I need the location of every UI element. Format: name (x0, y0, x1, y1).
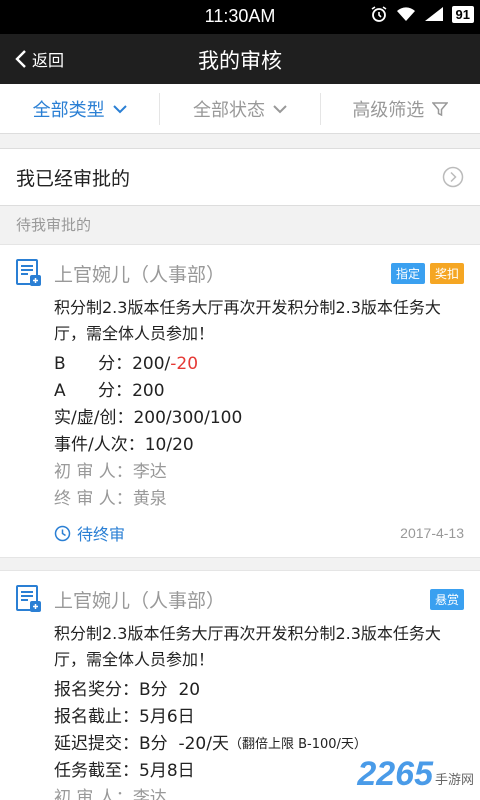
first-reviewer-value: 李达 (132, 788, 167, 800)
delay-value: B分 -20/天 (139, 734, 229, 754)
status-badge: 待终审 (54, 521, 125, 545)
reward-value: B分 20 (139, 680, 201, 700)
chevron-right-circle-icon (442, 166, 464, 188)
status-label: 待终审 (77, 525, 126, 544)
signup-deadline-label: 报名截止： (54, 707, 139, 727)
approved-by-me-row[interactable]: 我已经审批的 (0, 148, 480, 206)
b-score-label: B 分： (54, 354, 133, 374)
real-virtual-value: 200/300/100 (133, 408, 243, 428)
filter-status-label: 全部状态 (192, 99, 265, 121)
funnel-icon (432, 101, 449, 116)
document-icon (16, 259, 41, 286)
a-score-label: A 分： (54, 381, 133, 401)
filter-advanced-label: 高级筛选 (352, 99, 425, 121)
filter-advanced[interactable]: 高级筛选 (321, 93, 480, 125)
filter-status[interactable]: 全部状态 (160, 92, 321, 125)
event-value: 10/20 (144, 435, 194, 455)
chevron-down-icon (112, 104, 127, 113)
section-label: 待我审批的 (0, 206, 480, 244)
card-title: 上官婉儿（人事部） (54, 263, 226, 286)
page-title: 我的审核 (198, 49, 282, 73)
real-virtual-label: 实/虚/创： (54, 408, 134, 428)
first-reviewer-label: 初 审 人： (54, 788, 133, 800)
approved-by-me-label: 我已经审批的 (16, 167, 131, 190)
task-deadline-value: 5月8日 (139, 761, 195, 781)
document-icon (16, 585, 41, 612)
signup-deadline-value: 5月6日 (139, 707, 195, 727)
signal-icon (424, 7, 443, 21)
watermark-logo: 2265 手游网 (357, 755, 474, 794)
status-bar: 11:30AM 91 (0, 0, 480, 34)
delay-note: （翻倍上限 B-100/天） (228, 737, 367, 752)
first-reviewer-label: 初 审 人： (54, 462, 133, 482)
card-date: 2017-4-13 (400, 525, 464, 541)
reward-label: 报名奖分： (54, 680, 139, 700)
a-score-value: 200 (132, 381, 165, 401)
tag-bounty: 悬赏 (429, 588, 464, 610)
chevron-down-icon (273, 104, 287, 113)
final-reviewer-label: 终 审 人： (54, 489, 133, 509)
b-score-value: 200/ (132, 354, 171, 374)
watermark-text: 手游网 (434, 773, 474, 788)
card-description: 积分制2.3版本任务大厅再次开发积分制2.3版本任务大厅，需全体人员参加！ (54, 624, 441, 669)
clock-icon (54, 525, 71, 541)
wifi-icon (396, 7, 415, 21)
first-reviewer-value: 李达 (132, 462, 167, 482)
tag-assigned: 指定 (390, 262, 425, 284)
review-card[interactable]: 上官婉儿（人事部） 指定 奖扣 积分制2.3版本任务大厅再次开发积分制2.3版本… (0, 244, 480, 558)
filter-type[interactable]: 全部类型 (0, 92, 161, 125)
b-score-negative: -20 (170, 354, 199, 374)
watermark-number: 2265 (357, 755, 433, 793)
filter-bar: 全部类型 全部状态 高级筛选 (0, 84, 480, 134)
filter-type-label: 全部类型 (32, 99, 105, 121)
task-deadline-label: 任务截至： (54, 761, 139, 781)
card-title: 上官婉儿（人事部） (54, 589, 226, 612)
battery-icon: 91 (451, 5, 474, 23)
card-description: 积分制2.3版本任务大厅再次开发积分制2.3版本任务大厅，需全体人员参加！ (54, 298, 441, 343)
final-reviewer-value: 黄泉 (132, 489, 167, 509)
alarm-icon (371, 6, 386, 22)
delay-label: 延迟提交： (54, 734, 139, 754)
nav-bar: 返回 我的审核 (0, 34, 480, 84)
event-label: 事件/人次： (54, 435, 145, 455)
tag-reward-deduct: 奖扣 (429, 262, 464, 284)
